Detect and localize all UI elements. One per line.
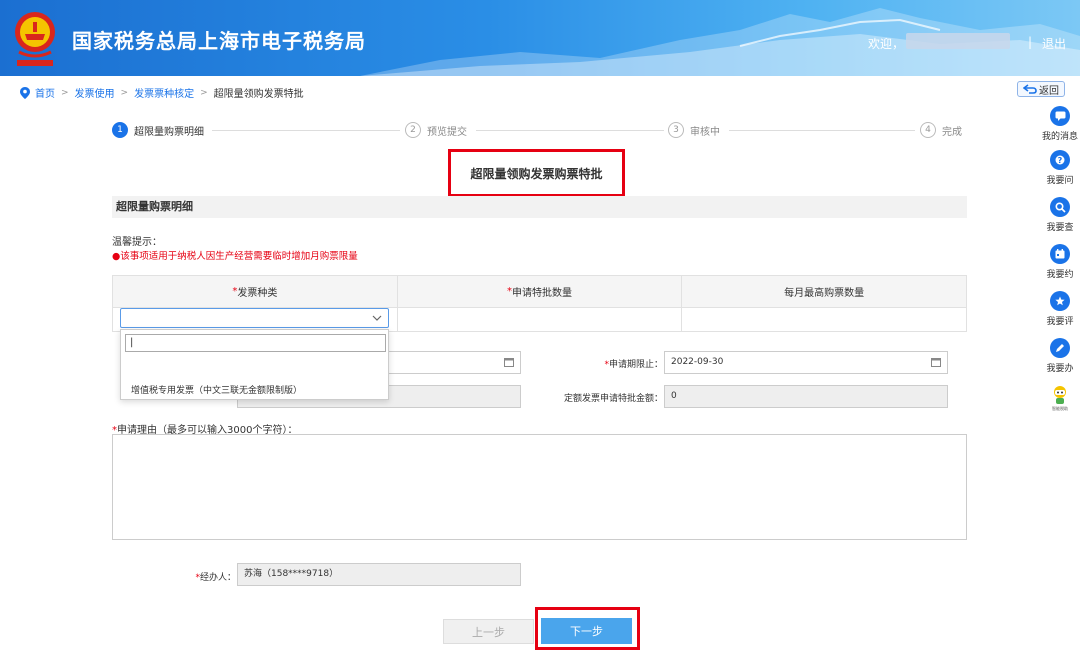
sidebar-item-label: 我的消息 (1041, 132, 1078, 142)
sidebar-item-label: 我要评 (1046, 317, 1074, 327)
search-icon (1050, 197, 1070, 217)
header-label: 每月最高购票数量 (784, 288, 865, 299)
handler-field: 苏海（158****9718） (237, 563, 521, 586)
step-number: 4 (920, 122, 936, 138)
label-text: 申请期限止： (608, 360, 663, 370)
header-label: 发票种类 (237, 288, 278, 299)
label-text: 经办人： (199, 573, 236, 583)
invoice-type-select[interactable] (120, 308, 389, 328)
reason-textarea[interactable] (112, 434, 967, 540)
breadcrumb-arrow: > (200, 87, 208, 98)
fixed-amount-label: 定额发票申请特批金额： (563, 394, 663, 404)
step-label: 超限量购票明细 (134, 126, 204, 138)
breadcrumb-home[interactable]: 首页 (35, 85, 55, 100)
sidebar-item-appointment[interactable]: 我要约 (1040, 244, 1080, 280)
sidebar-item-rate[interactable]: 我要评 (1040, 291, 1080, 327)
breadcrumb-arrow: > (61, 87, 69, 98)
sidebar-item-label: 我要查 (1046, 223, 1074, 233)
step-label: 预览提交 (427, 126, 467, 138)
fixed-amount-value: 0 (671, 391, 677, 401)
header-label: 申请特批数量 (512, 288, 572, 299)
site-title: 国家税务总局上海市电子税务局 (72, 29, 366, 53)
grid-cell-monthly-max (682, 308, 966, 331)
tax-emblem-logo (15, 12, 55, 66)
grid-header-row: * 发票种类 * 申请特批数量 每月最高购票数量 (113, 276, 966, 307)
handler-value: 苏海（158****9718） (244, 569, 339, 579)
prev-step-button[interactable]: 上一步 (443, 619, 534, 644)
section-title: 超限量购票明细 (112, 196, 967, 218)
username-redacted (906, 33, 1010, 49)
form-title-text: 超限量领购发票购票特批 (470, 166, 603, 181)
end-date-label: *申请期限止： (560, 357, 663, 370)
breadcrumb-invoice-type[interactable]: 发票票种核定 (134, 85, 194, 100)
dropdown-search-input[interactable]: | (125, 334, 386, 352)
sidebar-item-label: 我要约 (1046, 270, 1074, 280)
step-connector (476, 130, 664, 131)
breadcrumb-invoice-use[interactable]: 发票使用 (75, 85, 115, 100)
step-3: 3 审核中 (668, 122, 720, 138)
calendar-icon (1050, 244, 1070, 264)
welcome-text: 欢迎， (868, 37, 905, 51)
calendar-icon (504, 358, 514, 367)
svg-text:?: ? (1058, 156, 1063, 165)
breadcrumb: 首页 > 发票使用 > 发票票种核定 > 超限量领购发票特批 (20, 85, 304, 100)
tip-title: 温馨提示： (112, 237, 162, 248)
fixed-amount-field: 0 (664, 385, 948, 408)
handler-label: *经办人： (150, 570, 236, 583)
top-banner: 国家税务总局上海市电子税务局 欢迎， | 退出 (0, 0, 1080, 76)
logout-link[interactable]: 退出 (1042, 35, 1066, 52)
step-number: 1 (112, 122, 128, 138)
step-number: 2 (405, 122, 421, 138)
step-number: 3 (668, 122, 684, 138)
location-pin-icon (20, 86, 30, 99)
step-label: 完成 (942, 126, 962, 138)
back-button[interactable]: 返回 (1017, 81, 1065, 97)
robot-assistant-icon (1054, 386, 1066, 404)
step-4: 4 完成 (920, 122, 962, 138)
tip-text: ●该事项适用于纳税人因生产经营需要临时增加月购票限量 (112, 251, 358, 262)
chevron-down-icon (372, 315, 382, 321)
sidebar-item-assistant[interactable]: 智能税助 (1040, 385, 1080, 412)
dropdown-option[interactable]: 增值税专用发票（中文三联无金额限制版） (131, 383, 302, 396)
invoice-type-dropdown: | 增值税专用发票（中文三联无金额限制版） (120, 329, 389, 400)
grid-header-apply-quantity: * 申请特批数量 (398, 276, 683, 307)
rate-icon (1050, 291, 1070, 311)
sidebar-item-handle[interactable]: 我要办 (1040, 338, 1080, 374)
step-2: 2 预览提交 (405, 122, 467, 138)
sidebar-item-messages[interactable]: 我的消息 (1040, 106, 1080, 142)
sidebar-item-ask[interactable]: ? 我要问 (1040, 150, 1080, 186)
assistant-label: 智能税助 (1052, 406, 1068, 411)
pen-icon (1050, 338, 1070, 358)
calendar-icon (931, 358, 941, 367)
header-separator: | (1028, 35, 1033, 49)
question-icon: ? (1050, 150, 1070, 170)
back-arrow-icon (1023, 84, 1037, 94)
end-date-value: 2022-09-30 (671, 357, 724, 367)
next-step-button[interactable]: 下一步 (541, 618, 632, 644)
grid-header-monthly-max: 每月最高购票数量 (682, 276, 966, 307)
step-connector (212, 130, 400, 131)
grid-cell-apply-quantity[interactable] (398, 308, 683, 331)
back-button-label: 返回 (1039, 85, 1059, 97)
sidebar-item-label: 我要办 (1046, 364, 1074, 374)
step-label: 审核中 (690, 126, 720, 138)
progress-steps: 1 超限量购票明细 2 预览提交 3 审核中 4 完成 (112, 122, 967, 140)
message-icon (1050, 106, 1070, 126)
end-date-field[interactable]: 2022-09-30 (664, 351, 948, 374)
step-1: 1 超限量购票明细 (112, 122, 204, 138)
grid-header-invoice-type: * 发票种类 (113, 276, 398, 307)
step-connector (729, 130, 915, 131)
breadcrumb-arrow: > (120, 87, 129, 98)
sidebar-item-label: 我要问 (1046, 176, 1074, 186)
sidebar-item-query[interactable]: 我要查 (1040, 197, 1080, 233)
breadcrumb-current: 超限量领购发票特批 (213, 89, 304, 100)
form-title: 超限量领购发票购票特批 (448, 149, 625, 197)
